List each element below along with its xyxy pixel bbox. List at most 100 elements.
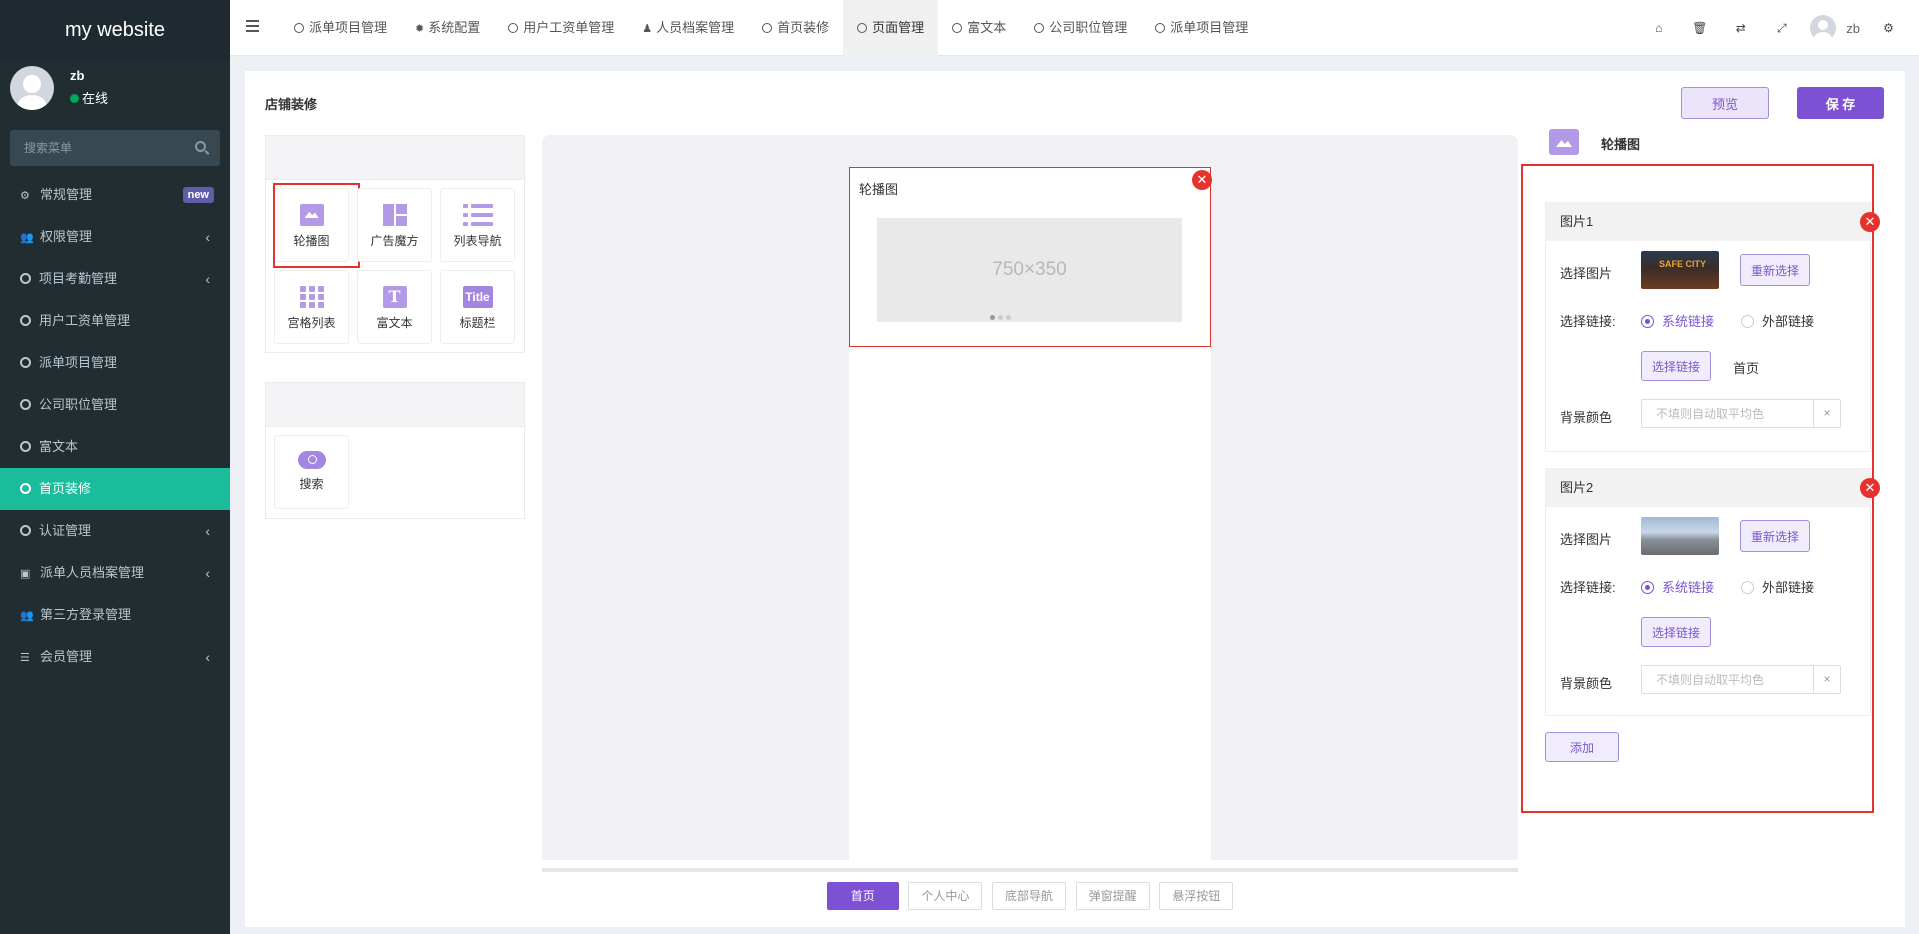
save-button[interactable]: 保 存 [1797,87,1884,119]
radio-label: 外部链接 [1762,580,1815,595]
radio-icon [1741,315,1754,328]
circle-icon [20,315,31,326]
title-bar-icon: Title [462,286,493,308]
component-carousel[interactable]: 轮播图 [273,183,360,268]
tab-dispatch[interactable]: 派单项目管理 [280,0,401,56]
link-type-label: 选择链接: [1560,580,1616,595]
link-type-label: 选择链接: [1560,314,1616,329]
sidebar-item-general[interactable]: ⚙ 常规管理 new [0,174,230,216]
reselect-button[interactable]: 重新选择 [1740,520,1811,552]
component-label: 列表导航 [453,234,502,248]
image-card-title: 图片1 [1546,203,1870,241]
top-user-name: zb [1846,20,1860,36]
sidebar-item-richtext[interactable]: 富文本 [0,426,230,468]
clear-icon[interactable]: × [1813,400,1840,427]
tab-dispatch-2[interactable]: 派单项目管理 [1141,0,1262,56]
tab-richtext[interactable]: 富文本 [938,0,1020,56]
menu-toggle-icon[interactable] [246,20,259,32]
page-tab-profile[interactable]: 个人中心 [908,882,983,910]
tab-page-manage[interactable]: 页面管理 [843,0,939,56]
sidebar-item-dispatch[interactable]: 派单项目管理 [0,342,230,384]
sidebar-item-home-decor[interactable]: 首页装修 [0,468,230,510]
component-label: 宫格列表 [287,316,336,330]
tab-positions[interactable]: 公司职位管理 [1020,0,1141,56]
dot-icon [1006,315,1011,320]
system-link-radio[interactable]: 系统链接 [1641,577,1714,596]
component-ad-cube[interactable]: 广告魔方 [357,188,432,262]
carousel-icon [299,204,324,226]
new-badge: new [182,187,214,203]
circle-icon [762,23,773,33]
page-tab-bottom-nav[interactable]: 底部导航 [991,882,1066,910]
search-icon[interactable] [195,141,206,152]
sidebar-item-permissions[interactable]: 👥 权限管理 ‹ [0,216,230,258]
top-user-menu[interactable]: zb [1810,15,1860,41]
settings-icon[interactable]: ⚙ [1868,21,1909,35]
external-link-radio[interactable]: 外部链接 [1741,577,1814,596]
grid-list-icon [299,286,324,308]
radio-icon [1641,315,1654,328]
sidebar-item-auth[interactable]: 认证管理 ‹ [0,510,230,552]
home-icon[interactable]: ⌂ [1638,21,1679,35]
circle-icon [857,23,868,33]
rich-text-icon: T [382,286,407,308]
component-search[interactable]: 搜索 [274,435,349,509]
remove-block-icon[interactable]: ✕ [1192,170,1212,190]
bg-color-label: 背景颜色 [1560,410,1613,425]
sidebar-item-label: 公司职位管理 [39,397,118,412]
sidebar-item-payroll[interactable]: 用户工资单管理 [0,300,230,342]
page-tab-float-button[interactable]: 悬浮按钮 [1159,882,1234,910]
tab-home-decor[interactable]: 首页装修 [748,0,843,56]
sidebar-item-third-party[interactable]: 👥 第三方登录管理 [0,594,230,636]
circle-icon [1034,23,1045,33]
circle-icon [20,399,31,410]
user-status-text: 在线 [82,91,109,106]
reselect-button[interactable]: 重新选择 [1740,254,1811,286]
external-link-radio[interactable]: 外部链接 [1741,311,1814,330]
remove-image-icon[interactable]: ✕ [1860,478,1880,498]
translate-icon[interactable]: ⇄ [1720,21,1761,35]
component-list-nav[interactable]: 列表导航 [440,188,515,262]
component-title-bar[interactable]: Title 标题栏 [440,270,515,344]
circle-icon [20,525,31,536]
select-image-label: 选择图片 [1560,532,1613,547]
user-panel: zb 在线 [0,60,230,122]
component-grid-list[interactable]: 宫格列表 [274,270,349,344]
top-nav: 派单项目管理 ✹ 系统配置 用户工资单管理 ♟ 人员档案管理 首页装修 页面管理 富… [230,0,1919,56]
sidebar-item-attendance[interactable]: 项目考勤管理 ‹ [0,258,230,300]
tab-staff-files[interactable]: ♟ 人员档案管理 [628,0,748,56]
system-link-radio[interactable]: 系统链接 [1641,311,1714,330]
remove-image-icon[interactable]: ✕ [1860,212,1880,232]
sidebar-item-members[interactable]: ☰ 会员管理 ‹ [0,636,230,678]
trash-icon[interactable]: 🗑 [1679,21,1720,35]
preview-button[interactable]: 预览 [1681,87,1769,119]
bg-color-input[interactable] [1642,400,1814,427]
sidebar-item-label: 认证管理 [39,523,92,538]
circle-icon [20,357,31,368]
sidebar-item-positions[interactable]: 公司职位管理 [0,384,230,426]
image-card-2: 图片2 ✕ 选择图片 重新选择 选择链接: 系统链接 外部链接 选择链接 背景颜… [1545,468,1880,716]
component-grid: 搜索 [266,427,524,517]
list-icon: ☰ [20,652,30,664]
bg-color-input[interactable] [1642,666,1814,693]
image-card-title: 图片2 [1546,469,1870,507]
site-logo[interactable]: my website [0,0,230,60]
fullscreen-icon[interactable]: ⤢ [1761,21,1802,36]
carousel-block[interactable]: 轮播图 750×350 ✕ [849,167,1212,347]
tab-system-config[interactable]: ✹ 系统配置 [401,0,494,56]
select-image-label: 选择图片 [1560,266,1613,281]
menu-search-input[interactable] [10,130,220,166]
choose-link-button[interactable]: 选择链接 [1641,617,1712,647]
user-avatar [10,66,54,110]
tab-payroll[interactable]: 用户工资单管理 [494,0,628,56]
users-icon: 👥 [20,610,34,622]
page-tab-popup[interactable]: 弹窗提醒 [1075,882,1150,910]
sidebar-item-staff-files[interactable]: ▣ 派单人员档案管理 ‹ [0,552,230,594]
page-tab-home[interactable]: 首页 [826,882,899,910]
clear-icon[interactable]: × [1813,666,1840,693]
radio-label: 系统链接 [1662,580,1715,595]
sidebar-item-label: 派单项目管理 [39,355,118,370]
add-image-button[interactable]: 添加 [1545,732,1619,762]
choose-link-button[interactable]: 选择链接 [1641,351,1712,381]
component-rich-text[interactable]: T 富文本 [357,270,432,344]
